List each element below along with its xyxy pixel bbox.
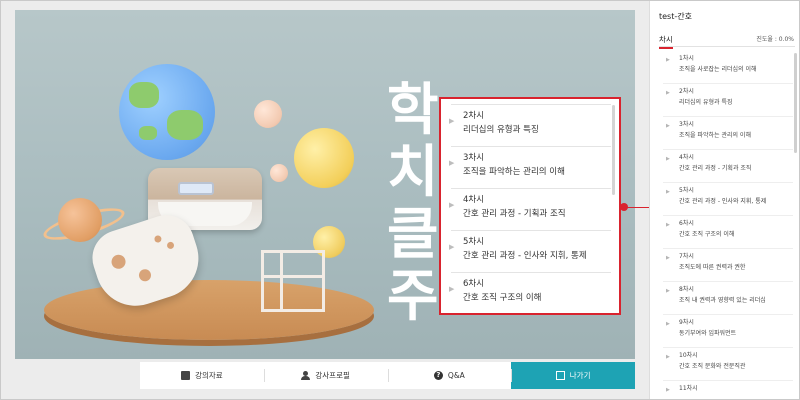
qa-button[interactable]: ? Q&A [387,362,512,389]
play-triangle-icon: ▶ [666,222,670,228]
play-triangle-icon: ▶ [666,189,670,195]
play-triangle-icon: ▶ [449,243,455,251]
sphere-illustration [270,164,288,182]
sphere-illustration [254,100,282,128]
play-triangle-icon: ▶ [666,321,670,327]
chapter-sidebar: test-간호 차시 진도율 : 0.0% ▶ 1차시 조직을 사로잡는 리더십… [649,1,799,399]
popup-chapter-item[interactable]: ▶ 4차시 간호 관리 과정 - 기획과 조직 [449,189,611,231]
exit-button[interactable]: 나가기 [511,362,635,389]
chapter-item[interactable]: ▶ 6차시 간호 조직 구조의 이해 [663,216,793,249]
play-triangle-icon: ▶ [666,123,670,129]
play-triangle-icon: ▶ [449,117,455,125]
popup-chapter-item[interactable]: ▶ 5차시 간호 관리 과정 - 인사와 지휘, 통제 [449,231,611,273]
player-toolbar: 강의자료 강사프로필 ? Q&A 나가기 [140,362,635,389]
popup-chapter-item[interactable]: ▶ 2차시 리더십의 유형과 특징 [449,105,611,147]
chapter-item[interactable]: ▶ 8차시 조직 내 권력과 영향력 있는 리더십 [663,282,793,315]
chapter-list: ▶ 1차시 조직을 사로잡는 리더십의 이해 ▶ 2차시 리더십의 유형과 특징… [663,51,793,399]
play-triangle-icon: ▶ [666,354,670,360]
folder-icon [181,371,191,380]
chapter-item[interactable]: ▶ 4차시 간호 관리 과정 - 기획과 조직 [663,150,793,183]
exit-label: 나가기 [569,371,591,380]
play-triangle-icon: ▶ [666,57,670,63]
door-icon [555,371,565,380]
lms-player-window: 학 치 클 주 ▶ 2차시 리더십의 유형과 특징 ▶ 3차시 조직을 파악하는… [0,0,800,400]
saturn-illustration [58,198,102,242]
materials-label: 강의자료 [195,371,223,380]
popup-chapter-item[interactable]: ▶ 6차시 간호 조직 구조의 이해 [449,273,611,313]
popup-scrollbar[interactable] [612,105,615,195]
user-icon [301,371,311,380]
progress-rate: 진도율 : 0.0% [756,36,794,43]
cube-frame-illustration [261,250,325,312]
yellow-moon-illustration [294,128,354,188]
play-triangle-icon: ▶ [666,255,670,261]
play-triangle-icon: ▶ [666,288,670,294]
chapter-item[interactable]: ▶ 5차시 간호 관리 과정 - 인사와 지휘, 통제 [663,183,793,216]
play-triangle-icon: ▶ [666,387,670,393]
chapter-item[interactable]: ▶ 9차시 동기부여와 임파워먼트 [663,315,793,348]
sidebar-scrollbar[interactable] [794,53,797,153]
materials-button[interactable]: 강의자료 [140,362,264,389]
chapter-list-zoom-callout: ▶ 2차시 리더십의 유형과 특징 ▶ 3차시 조직을 파악하는 관리의 이해 … [439,97,621,315]
profile-label: 강사프로필 [315,371,350,380]
chapter-item[interactable]: ▶ 1차시 조직을 사로잡는 리더십의 이해 [663,51,793,84]
chapter-item[interactable]: ▶ 3차시 조직을 파악하는 관리의 이해 [663,117,793,150]
play-triangle-icon: ▶ [666,156,670,162]
course-title: test-간호 [659,12,692,21]
play-triangle-icon: ▶ [666,90,670,96]
play-triangle-icon: ▶ [449,159,455,167]
qa-label: Q&A [447,371,465,380]
chapter-item[interactable]: ▶ 10차시 간호 조직 문화와 전문직관 [663,348,793,381]
play-triangle-icon: ▶ [449,285,455,293]
chapter-item[interactable]: ▶ 11차시 [663,381,793,399]
callout-dot [620,203,628,211]
question-icon: ? [433,371,443,380]
chapter-item[interactable]: ▶ 2차시 리더십의 유형과 특징 [663,84,793,117]
chapter-item[interactable]: ▶ 7차시 조직도에 따른 권력과 권한 [663,249,793,282]
play-triangle-icon: ▶ [449,201,455,209]
instructor-profile-button[interactable]: 강사프로필 [263,362,388,389]
popup-chapter-item[interactable]: ▶ 3차시 조직을 파악하는 관리의 이해 [449,147,611,189]
earth-illustration [119,64,215,160]
